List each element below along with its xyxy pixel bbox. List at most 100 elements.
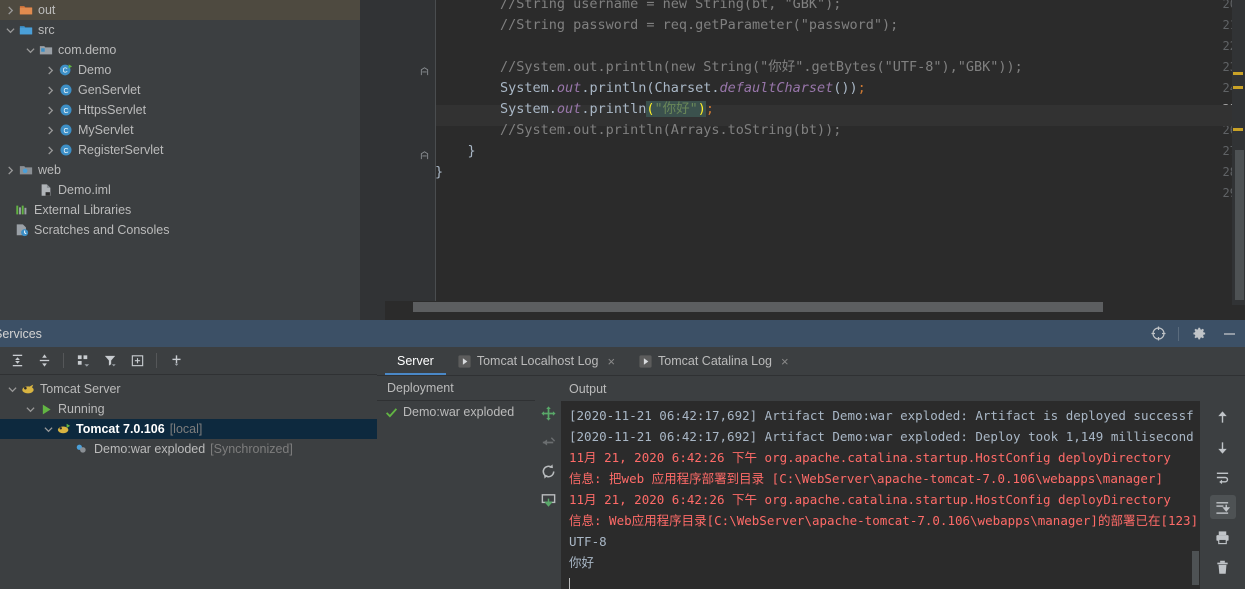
console-line: 信息: 把web 应用程序部署到目录 [C:\WebServer\apache-… [569, 471, 1164, 486]
services-header: Services [0, 320, 1245, 347]
editor-marker-bar[interactable] [1232, 0, 1245, 305]
code-token: out [556, 80, 582, 96]
services-tree-item[interactable]: Demo:war exploded [Synchronized] [0, 439, 377, 459]
chevron-right-icon[interactable] [4, 160, 17, 180]
services-tree-item-label: Running [58, 402, 105, 416]
project-tree-item[interactable]: C Demo [0, 60, 360, 80]
chevron-right-icon[interactable] [44, 100, 57, 120]
trash-icon[interactable] [1210, 555, 1236, 579]
warning-marker[interactable] [1233, 128, 1243, 131]
services-tree-item[interactable]: Tomcat 7.0.106 [local] [0, 419, 377, 439]
warning-marker[interactable] [1233, 72, 1243, 75]
warning-marker[interactable] [1233, 86, 1243, 89]
services-tree-item-suffix: [Synchronized] [210, 442, 293, 456]
chevron-down-icon[interactable] [4, 20, 17, 40]
soft-wrap-icon[interactable] [1210, 465, 1236, 489]
print-icon[interactable] [1210, 525, 1236, 549]
editor-fold-gutter[interactable] [413, 0, 435, 320]
scroll-down-icon[interactable] [1210, 435, 1236, 459]
chevron-right-icon[interactable] [44, 140, 57, 160]
scratches-icon [13, 220, 31, 240]
chevron-right-icon[interactable] [44, 80, 57, 100]
code-line[interactable]: } [435, 162, 443, 183]
services-tabs[interactable]: Server Tomcat Localhost Log × Tomcat Catali… [377, 347, 1245, 376]
project-tree-item[interactable]: Demo.iml [0, 180, 360, 200]
code-text-area[interactable]: //String username = new String(bt, "GBK"… [435, 0, 1245, 305]
code-line[interactable]: //System.out.println(Arrays.toString(bt)… [435, 120, 841, 141]
chevron-right-icon[interactable] [44, 60, 57, 80]
close-icon[interactable]: × [607, 354, 615, 369]
add-icon[interactable] [165, 350, 187, 372]
code-line[interactable]: //System.out.println(new String("你好".get… [435, 57, 1023, 78]
console-vscrollbar-thumb[interactable] [1192, 551, 1199, 585]
deployment-rows[interactable]: Demo:war exploded [377, 401, 535, 423]
chevron-down-icon[interactable] [24, 399, 37, 419]
chevron-down-icon[interactable] [6, 379, 19, 399]
code-token: ()) [833, 80, 858, 96]
code-line[interactable]: System.out.println("你好"); [435, 99, 714, 120]
editor-hscrollbar-track[interactable] [385, 301, 1217, 320]
code-token: out [556, 101, 582, 117]
add-tab-icon[interactable] [126, 350, 148, 372]
chevron-down-icon[interactable] [24, 40, 37, 60]
code-fold-icon[interactable] [420, 147, 429, 160]
deployment-row[interactable]: Demo:war exploded [377, 401, 535, 423]
undeploy-icon[interactable] [538, 432, 558, 452]
libraries-icon [13, 200, 31, 220]
services-title: Services [0, 326, 42, 341]
console-line: 信息: Web应用程序目录[C:\WebServer\apache-tomcat… [569, 513, 1199, 528]
code-line[interactable]: System.out.println(Charset.defaultCharse… [435, 78, 866, 99]
project-tree-item[interactable]: C RegisterServlet [0, 140, 360, 160]
code-editor[interactable]: 20212223242526272829 //String username =… [360, 0, 1245, 320]
tomcat-icon [19, 379, 37, 399]
project-tree-item[interactable]: web [0, 160, 360, 180]
project-tree-item-label: out [38, 3, 56, 17]
editor-hscrollbar-thumb[interactable] [413, 302, 1103, 312]
services-tree-item[interactable]: Tomcat Server [0, 379, 377, 399]
project-tree-item[interactable]: C HttpsServlet [0, 100, 360, 120]
project-tree-item[interactable]: com.demo [0, 40, 360, 60]
group-by-icon[interactable] [72, 350, 94, 372]
services-tree[interactable]: Tomcat Server Running Tomcat 7.0.106 [local… [0, 375, 377, 459]
project-tree-item[interactable]: External Libraries [0, 200, 360, 220]
chevron-right-icon[interactable] [44, 120, 57, 140]
services-tree-item[interactable]: Running [0, 399, 377, 419]
code-line[interactable]: } [435, 141, 476, 162]
code-line[interactable]: //String username = new String(bt, "GBK"… [435, 0, 841, 15]
code-line[interactable]: //String password = req.getParameter("pa… [435, 15, 898, 36]
project-tree-item[interactable]: Scratches and Consoles [0, 220, 360, 240]
code-fold-icon[interactable] [420, 63, 429, 76]
code-token: .println [581, 101, 647, 117]
scroll-to-end-icon[interactable] [1209, 495, 1236, 519]
project-tool-window[interactable]: out src com.demo C Demo C GenServlet C HttpsServ… [0, 0, 360, 320]
tab-server[interactable]: Server [385, 347, 446, 375]
filter-icon[interactable] [99, 350, 121, 372]
project-tree-item[interactable]: out [0, 0, 360, 20]
minimize-icon[interactable] [1219, 324, 1239, 344]
code-token: ; [857, 80, 866, 96]
project-tree-item[interactable]: src [0, 20, 360, 40]
redeploy-icon[interactable] [538, 461, 558, 481]
code-token: //String password = req.getParameter("pa… [435, 17, 899, 33]
code-token: ) [697, 101, 706, 117]
console-output[interactable]: [2020-11-21 06:42:17,692] Artifact Demo:… [561, 401, 1200, 589]
chevron-down-icon[interactable] [42, 419, 55, 439]
deploy-icon[interactable] [538, 403, 558, 423]
update-icon[interactable] [538, 490, 558, 510]
class-icon: C [57, 140, 75, 160]
tab-tomcat-catalina-log[interactable]: Tomcat Catalina Log × [627, 347, 801, 375]
project-tree-item-label: Scratches and Consoles [34, 223, 170, 237]
locate-target-icon[interactable] [1148, 324, 1168, 344]
editor-gutter[interactable] [360, 0, 413, 320]
close-icon[interactable]: × [781, 354, 789, 369]
chevron-right-icon[interactable] [4, 0, 17, 20]
expand-all-icon[interactable] [6, 350, 28, 372]
project-tree-item[interactable]: C MyServlet [0, 120, 360, 140]
tab-tomcat-localhost-log[interactable]: Tomcat Localhost Log × [446, 347, 627, 375]
scroll-up-icon[interactable] [1210, 405, 1236, 429]
gear-icon[interactable] [1189, 324, 1209, 344]
editor-vscrollbar-thumb[interactable] [1235, 150, 1244, 300]
svg-text:C: C [63, 128, 68, 135]
project-tree-item[interactable]: C GenServlet [0, 80, 360, 100]
collapse-all-icon[interactable] [33, 350, 55, 372]
